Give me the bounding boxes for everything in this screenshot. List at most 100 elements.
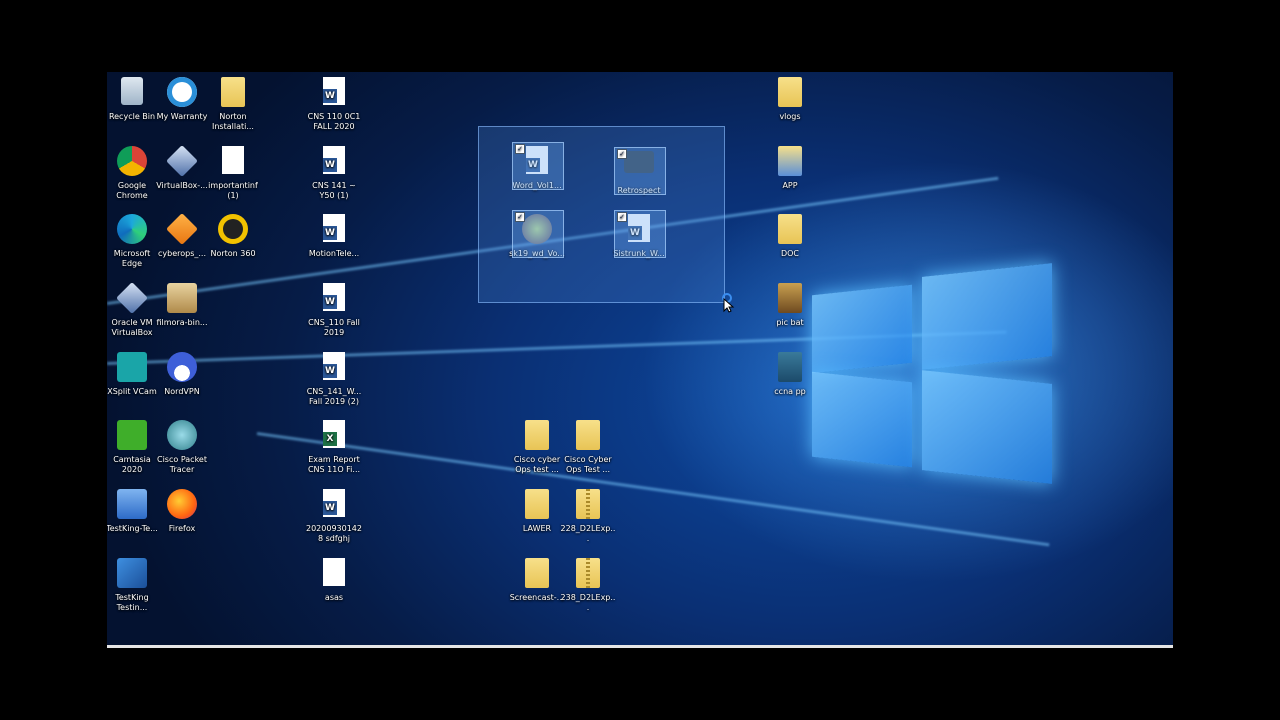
icon-label: Recycle Bin [108, 112, 156, 121]
desktop-icon-virtualbox[interactable]: VirtualBox-... [154, 145, 210, 191]
norton-installer-icon [217, 77, 249, 109]
image-file-icon: ✓ [512, 210, 564, 258]
text-file-icon [217, 146, 249, 178]
my-warranty-icon [166, 77, 198, 109]
desktop-icon-motiontele[interactable]: W MotionTele... [306, 214, 362, 259]
folder-icon [774, 283, 806, 315]
icon-label: Norton Installati... [212, 112, 254, 131]
icon-label: Cisco Cyber Ops Test ... [564, 455, 612, 474]
desktop-icon-cns-110-fall-2019[interactable]: W CNS_110 Fall 2019 [306, 283, 362, 338]
desktop-icon-recycle-bin[interactable]: Recycle Bin [107, 77, 160, 122]
desktop-icon-norton-installer[interactable]: Norton Installati... [205, 77, 261, 132]
icon-label: Firefox [168, 524, 196, 533]
icon-label: CNS_110 Fall 2019 [308, 318, 360, 337]
desktop-icon-ccna-pp[interactable]: ccna pp [762, 352, 818, 397]
desktop-icon-xsplit-vcam[interactable]: XSplit VCam [107, 352, 160, 397]
desktop-icon-pic-bat[interactable]: pic bat [762, 283, 818, 328]
desktop-icon-sistrunk[interactable]: ✓ W Sistrunk_W... [611, 210, 667, 259]
desktop-icon-238-d2lexp[interactable]: 238_D2LExp... [560, 558, 616, 613]
checkbox-icon[interactable]: ✓ [515, 212, 525, 222]
desktop-icon-cyberops[interactable]: cyberops_... [154, 213, 210, 259]
desktop[interactable]: Recycle Bin Google Chrome Microsoft Edge… [107, 72, 1173, 646]
checkbox-icon[interactable]: ✓ [617, 212, 627, 222]
desktop-icon-cns-110-0c1[interactable]: W CNS 110 0C1 FALL 2020 [306, 77, 362, 132]
icon-label: Norton 360 [210, 249, 256, 258]
icon-label: filmora-bin... [156, 318, 208, 327]
testking-icon [116, 558, 148, 590]
retrospect-icon: ✓ [614, 147, 666, 195]
icon-label: CNS 110 0C1 FALL 2020 [307, 112, 361, 131]
icon-label: Google Chrome [116, 181, 148, 200]
word-document-icon: ✓ W [512, 142, 564, 190]
icon-label: TestKing Testin... [115, 593, 149, 612]
desktop-icon-my-warranty[interactable]: My Warranty [154, 77, 210, 122]
desktop-icon-cisco-cyber-ops-test-2[interactable]: Cisco Cyber Ops Test ... [560, 420, 616, 475]
icon-label: vlogs [779, 112, 801, 121]
desktop-icon-firefox[interactable]: Firefox [154, 489, 210, 534]
icon-label: VirtualBox-... [156, 181, 208, 190]
desktop-icon-word-vol1[interactable]: ✓ W Word_Vol1... [509, 142, 565, 191]
word-document-icon: W [318, 77, 350, 109]
desktop-icon-screencast[interactable]: Screencast-... [509, 558, 565, 603]
text-file-icon [318, 558, 350, 590]
icon-label: MotionTele... [308, 249, 360, 258]
desktop-icon-228-d2lexp[interactable]: 228_D2LExp... [560, 489, 616, 544]
desktop-icon-cisco-cyber-ops-test-1[interactable]: Cisco cyber Ops test ... [509, 420, 565, 475]
folder-icon [521, 489, 553, 521]
desktop-icon-cisco-packet-tracer[interactable]: Cisco Packet Tracer [154, 420, 210, 475]
desktop-icon-cns-141[interactable]: W CNS 141 ~ Y50 (1) [306, 146, 362, 201]
desktop-icon-app[interactable]: APP [762, 146, 818, 191]
icon-label: CNS 141 ~ Y50 (1) [312, 181, 356, 200]
folder-icon [572, 420, 604, 452]
windows-logo-pane [922, 370, 1052, 484]
icon-label: APP [782, 181, 798, 190]
windows-logo-pane [812, 371, 912, 468]
icon-label: NordVPN [164, 387, 200, 396]
testking-icon [116, 489, 148, 521]
word-document-icon: W [318, 352, 350, 384]
checkbox-icon[interactable]: ✓ [617, 149, 627, 159]
desktop-icon-filmora[interactable]: filmora-bin... [154, 283, 210, 328]
word-document-icon: W [318, 489, 350, 521]
packet-tracer-icon [166, 420, 198, 452]
icon-label: Microsoft Edge [113, 249, 151, 268]
icon-label: DOC [780, 249, 800, 258]
folder-icon [774, 77, 806, 109]
desktop-icon-sk19-wd[interactable]: ✓ sk19_wd_Vo... [509, 210, 565, 259]
icon-label: 202009301428 sdfghj [306, 524, 362, 543]
desktop-icon-doc[interactable]: DOC [762, 214, 818, 259]
desktop-icon-importantinf[interactable]: importantinf (1) [205, 146, 261, 201]
icon-label: Camtasia 2020 [113, 455, 151, 474]
desktop-icon-norton-360[interactable]: Norton 360 [205, 214, 261, 259]
checkbox-icon[interactable]: ✓ [515, 144, 525, 154]
desktop-icon-lawer[interactable]: LAWER [509, 489, 565, 534]
icon-label: LAWER [522, 524, 552, 533]
icon-label: Oracle VM VirtualBox [111, 318, 153, 337]
desktop-icon-google-chrome[interactable]: Google Chrome [107, 146, 160, 201]
windows-logo-pane [922, 263, 1052, 370]
zip-folder-icon [572, 489, 604, 521]
desktop-icon-202009301428[interactable]: W 202009301428 sdfghj [306, 489, 362, 544]
cyberops-icon [166, 213, 198, 246]
edge-icon [116, 214, 148, 246]
desktop-icon-asas[interactable]: asas [306, 558, 362, 603]
icon-label: Exam Report CNS 11O Fi... [307, 455, 361, 474]
word-document-icon: W [318, 214, 350, 246]
desktop-icon-vlogs[interactable]: vlogs [762, 77, 818, 122]
desktop-icon-camtasia-2020[interactable]: Camtasia 2020 [107, 420, 160, 475]
chrome-icon [116, 146, 148, 178]
desktop-icon-oracle-vm-virtualbox[interactable]: Oracle VM VirtualBox [107, 282, 160, 338]
desktop-icon-retrospect[interactable]: ✓ Retrospect [611, 146, 667, 196]
desktop-icon-exam-report[interactable]: X Exam Report CNS 11O Fi... [306, 420, 362, 475]
nordvpn-icon [166, 352, 198, 384]
desktop-icon-testking-testin[interactable]: TestKing Testin... [107, 558, 160, 613]
desktop-icon-cns-141-w[interactable]: W CNS_141_W... Fall 2019 (2) [306, 352, 362, 407]
folder-icon [774, 146, 806, 178]
filmora-icon [166, 283, 198, 315]
desktop-icon-microsoft-edge[interactable]: Microsoft Edge [107, 214, 160, 269]
desktop-icon-nordvpn[interactable]: NordVPN [154, 352, 210, 397]
camtasia-icon [116, 420, 148, 452]
icon-label: 228_D2LExp... [560, 524, 616, 543]
icon-label: Cisco Packet Tracer [157, 455, 207, 474]
desktop-icon-testking-te[interactable]: TestKing-Te... [107, 489, 160, 534]
